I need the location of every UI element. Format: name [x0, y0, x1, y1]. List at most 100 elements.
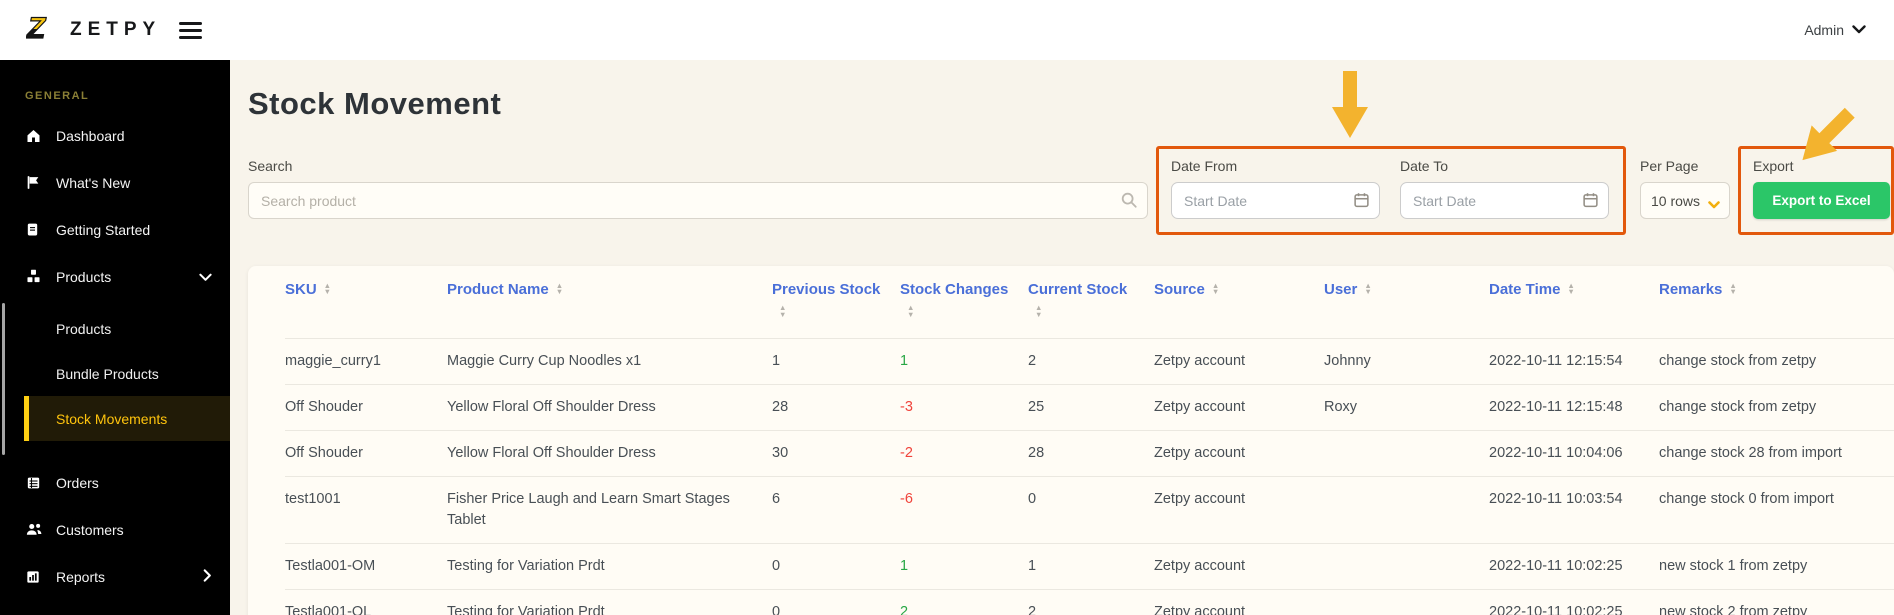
- filter-bar: Search Date From Date To: [248, 146, 1894, 235]
- sort-icon[interactable]: ▲ ▼: [907, 304, 914, 318]
- search-input[interactable]: [248, 182, 1148, 219]
- cell-user: [1324, 590, 1489, 615]
- cell-current: 28: [1028, 445, 1045, 462]
- cell-product: Yellow Floral Off Shoulder Dress: [447, 399, 656, 416]
- cell-datetime: 2022-10-11 12:15:54: [1489, 353, 1623, 369]
- table-row: test1001 Fisher Price Laugh and Learn Sma…: [285, 476, 1894, 544]
- sidebar-item-label: Products: [56, 268, 112, 285]
- sidebar-item-label: Products: [56, 320, 112, 337]
- export-to-excel-button[interactable]: Export to Excel: [1753, 182, 1890, 219]
- sidebar-item-orders[interactable]: Orders: [0, 459, 230, 506]
- per-page-select[interactable]: 10 rows: [1640, 182, 1730, 219]
- sidebar-item-label: Dashboard: [56, 127, 125, 144]
- sidebar-subitem-products[interactable]: Products: [0, 306, 230, 351]
- sort-icon[interactable]: ▲ ▼: [1212, 281, 1219, 295]
- column-header-remarks[interactable]: Remarks ▲ ▼: [1659, 279, 1894, 339]
- cell-current: 2: [1028, 604, 1037, 615]
- cell-change: 1: [900, 353, 909, 369]
- sort-icon[interactable]: ▲ ▼: [1567, 281, 1574, 295]
- date-from-label: Date From: [1171, 158, 1238, 174]
- top-navbar: Z ZETPY Admin: [0, 0, 1894, 60]
- date-from-group: Date From: [1171, 158, 1380, 219]
- sort-icon[interactable]: ▲ ▼: [1729, 281, 1736, 295]
- cell-previous: 0: [772, 604, 781, 615]
- cell-sku: Off Shouder: [285, 445, 363, 462]
- book-icon: [25, 221, 43, 239]
- cell-previous: 30: [772, 445, 789, 462]
- cell-product: Yellow Floral Off Shoulder Dress: [447, 445, 656, 462]
- per-page-value: 10 rows: [1651, 192, 1701, 209]
- user-menu[interactable]: Admin: [1804, 21, 1894, 39]
- brand: Z ZETPY: [0, 11, 203, 48]
- hamburger-menu-icon[interactable]: [179, 21, 203, 39]
- sort-icon[interactable]: ▲ ▼: [556, 281, 563, 295]
- sidebar-subitem-bundle-products[interactable]: Bundle Products: [0, 351, 230, 396]
- date-from-input[interactable]: [1171, 182, 1380, 219]
- sidebar-item-label: What's New: [56, 174, 131, 191]
- sidebar-item-products[interactable]: Products: [0, 253, 230, 300]
- sidebar-subitem-stock-movements[interactable]: Stock Movements: [24, 396, 230, 441]
- cell-previous: 1: [772, 353, 781, 369]
- cell-previous: 0: [772, 558, 781, 575]
- column-header-user[interactable]: User ▲ ▼: [1324, 279, 1489, 339]
- sidebar-item-whats-new[interactable]: What's New: [0, 159, 230, 206]
- column-header-sku[interactable]: SKU ▲ ▼: [285, 279, 447, 339]
- cell-remarks: change stock 0 from import: [1659, 491, 1834, 508]
- cell-previous: 28: [772, 399, 789, 416]
- cell-change: 1: [900, 558, 909, 575]
- cell-product: Testing for Variation Prdt: [447, 604, 605, 615]
- column-header-date-time[interactable]: Date Time ▲ ▼: [1489, 279, 1659, 339]
- cell-datetime: 2022-10-11 10:04:06: [1489, 445, 1623, 462]
- home-icon: [25, 127, 43, 145]
- sidebar-item-reports[interactable]: Reports: [0, 553, 230, 600]
- sidebar-item-getting-started[interactable]: Getting Started: [0, 206, 230, 253]
- sidebar-scrollbar[interactable]: [2, 303, 5, 455]
- cell-source: Zetpy account: [1154, 445, 1246, 462]
- column-header-stock-changes[interactable]: Stock Changes ▲ ▼: [900, 279, 1028, 339]
- cell-source: Zetpy account: [1154, 399, 1246, 416]
- sidebar-item-label: Getting Started: [56, 221, 151, 238]
- cell-current: 25: [1028, 399, 1045, 416]
- export-label: Export: [1753, 158, 1794, 174]
- cell-user: [1324, 477, 1489, 544]
- zetpy-logo-icon: Z: [25, 11, 62, 48]
- sidebar-item-label: Customers: [56, 521, 124, 538]
- stock-table-body: maggie_curry1 Maggie Curry Cup Noodles x1…: [285, 338, 1894, 615]
- annotation-box-export: Export Export to Excel: [1738, 146, 1894, 235]
- search-label: Search: [248, 158, 293, 174]
- sidebar-item-label: Reports: [56, 568, 106, 585]
- main-content: Stock Movement Search Date From: [230, 60, 1894, 615]
- column-header-previous-stock[interactable]: Previous Stock ▲ ▼: [772, 279, 900, 339]
- column-header-current-stock[interactable]: Current Stock ▲ ▼: [1028, 279, 1154, 339]
- cell-change: 2: [900, 604, 909, 615]
- cell-source: Zetpy account: [1154, 558, 1246, 575]
- sort-icon[interactable]: ▲ ▼: [779, 304, 786, 318]
- sidebar-item-customers[interactable]: Customers: [0, 506, 230, 553]
- table-row: maggie_curry1 Maggie Curry Cup Noodles x1…: [285, 338, 1894, 385]
- flag-icon: [25, 174, 43, 192]
- cell-sku: Testla001-OM: [285, 558, 376, 575]
- sidebar-item-label: Bundle Products: [56, 365, 159, 382]
- column-header-product-name[interactable]: Product Name ▲ ▼: [447, 279, 772, 339]
- cell-current: 1: [1028, 558, 1037, 575]
- user-menu-label: Admin: [1804, 22, 1844, 38]
- cell-current: 2: [1028, 353, 1037, 369]
- cell-current: 0: [1028, 491, 1037, 508]
- table-row: Testla001-OL Testing for Variation Prdt 0 2…: [285, 589, 1894, 615]
- chevron-down-icon: [199, 269, 212, 285]
- cell-user: Johnny: [1324, 353, 1371, 369]
- chevron-down-icon: [1852, 21, 1866, 39]
- sort-icon[interactable]: ▲ ▼: [324, 281, 331, 295]
- date-to-input[interactable]: [1400, 182, 1609, 219]
- stock-movement-table: SKU ▲ ▼ Product Name ▲ ▼ Previous Stock ▲ ▼ Stock…: [285, 279, 1894, 615]
- per-page-group: Per Page 10 rows: [1640, 146, 1730, 219]
- sidebar-item-dashboard[interactable]: Dashboard: [0, 112, 230, 159]
- brand-name: ZETPY: [70, 19, 162, 40]
- sort-icon[interactable]: ▲ ▼: [1035, 304, 1042, 318]
- cell-remarks: new stock 2 from zetpy: [1659, 604, 1808, 615]
- cell-change: -2: [900, 445, 913, 462]
- column-header-source[interactable]: Source ▲ ▼: [1154, 279, 1324, 339]
- cell-change: -6: [900, 491, 913, 508]
- per-page-label: Per Page: [1640, 158, 1699, 174]
- sort-icon[interactable]: ▲ ▼: [1364, 281, 1371, 295]
